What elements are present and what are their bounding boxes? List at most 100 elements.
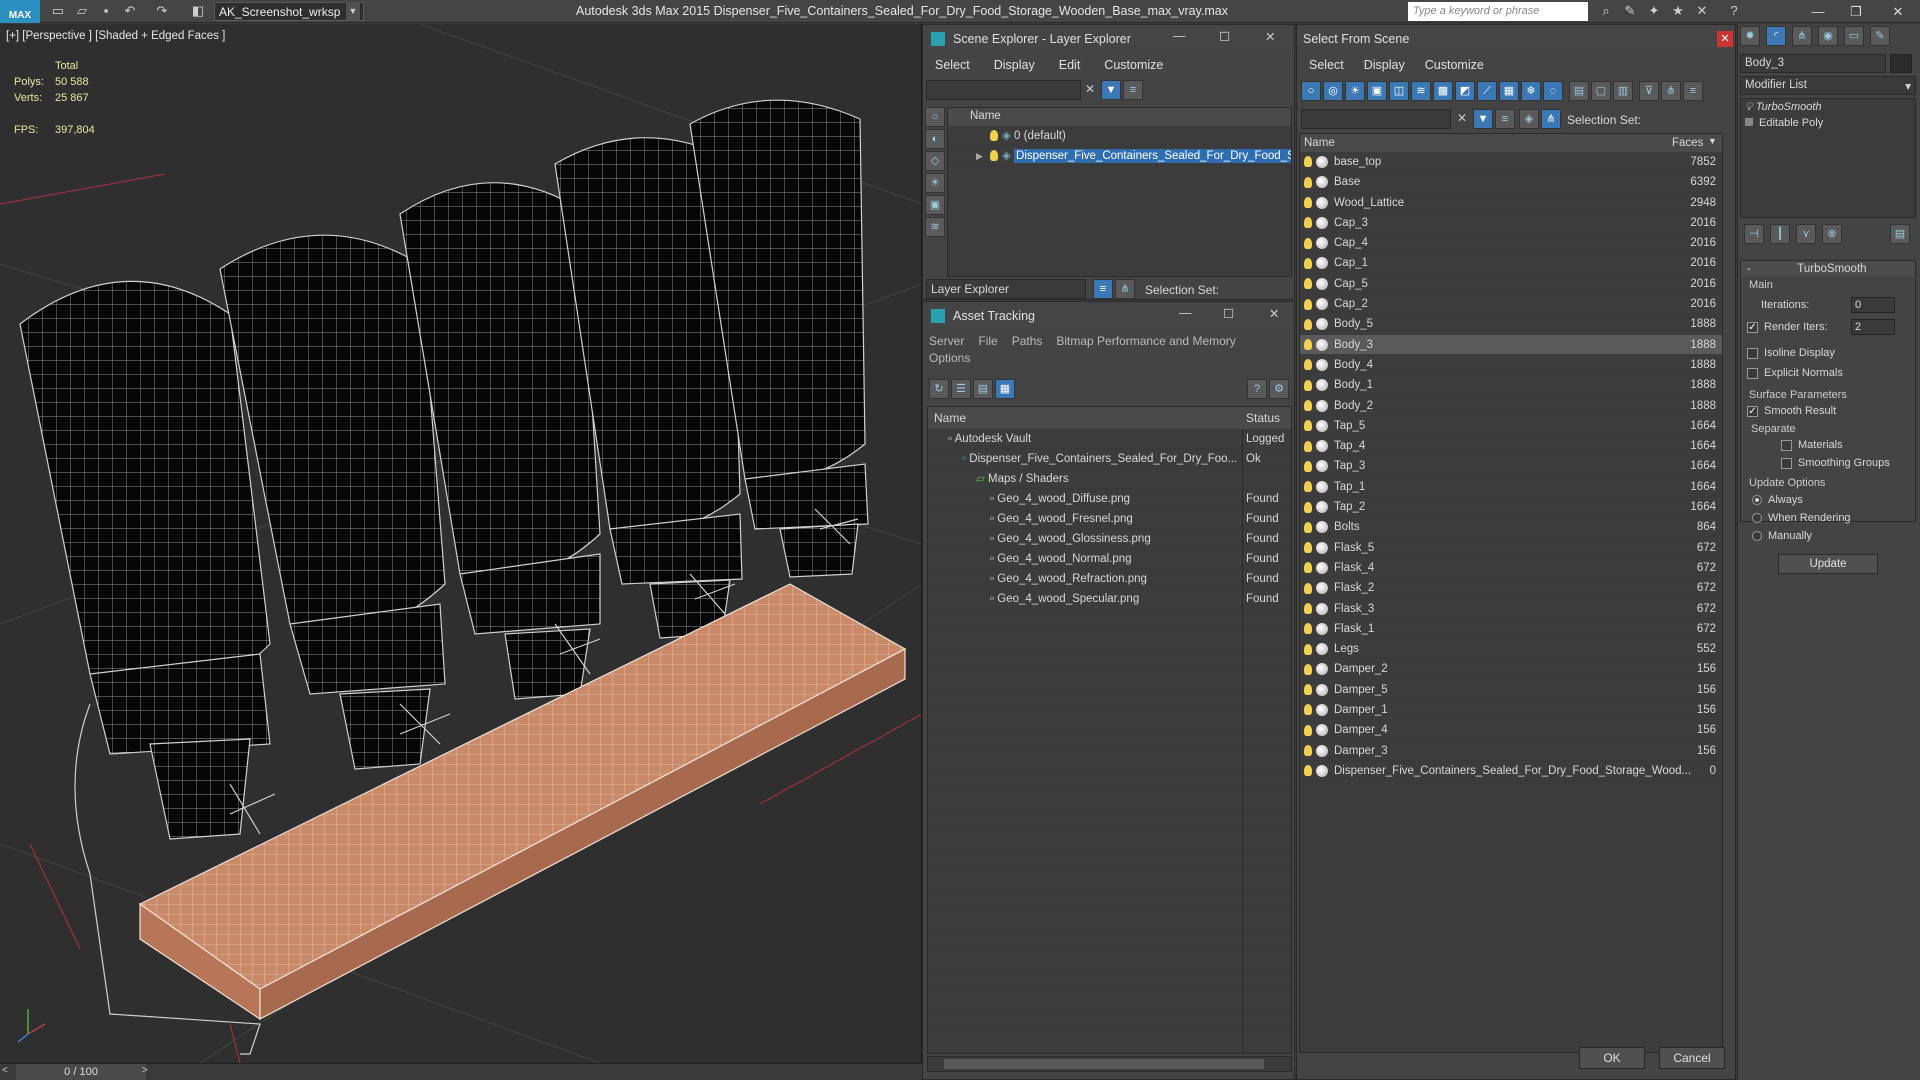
- object-row[interactable]: Body_1 1888: [1300, 375, 1722, 396]
- chevron-down-icon[interactable]: ▼: [346, 2, 360, 21]
- light-bulb-icon[interactable]: [1304, 278, 1312, 290]
- clear-search-icon[interactable]: ✕: [1457, 111, 1467, 125]
- smooth-result-checkbox[interactable]: ✓ Smooth Result: [1747, 405, 1836, 417]
- menu-select[interactable]: Select: [935, 58, 970, 72]
- modify-tab-icon[interactable]: ◜: [1766, 26, 1786, 46]
- filter-icon[interactable]: ▼: [1101, 80, 1121, 100]
- motion-tab-icon[interactable]: ◉: [1818, 26, 1838, 46]
- display-cameras-icon[interactable]: ▣: [925, 195, 945, 215]
- object-row[interactable]: base_top 7852: [1300, 152, 1722, 173]
- redo-icon[interactable]: ↷: [154, 3, 170, 19]
- minimize-icon[interactable]: —: [1800, 2, 1836, 21]
- stack-item-editable-poly[interactable]: Editable Poly: [1741, 116, 1915, 130]
- object-color-swatch[interactable]: [1890, 54, 1912, 73]
- light-bulb-icon[interactable]: [1304, 704, 1312, 716]
- object-row[interactable]: Cap_5 2016: [1300, 274, 1722, 295]
- light-bulb-icon[interactable]: [990, 150, 998, 162]
- hierarchy-icon[interactable]: ⋔: [1661, 81, 1681, 101]
- layer-mode-icon[interactable]: ≡: [1093, 279, 1113, 299]
- layers-icon[interactable]: ≡: [1495, 109, 1515, 129]
- object-row[interactable]: Body_3 1888: [1300, 334, 1722, 355]
- save-icon[interactable]: ▪: [98, 3, 114, 19]
- close-icon[interactable]: ✕: [1880, 2, 1916, 21]
- asset-row[interactable]: ▫ Geo_4_wood_Normal.png Found: [928, 549, 1291, 569]
- asset-row[interactable]: ▫ Geo_4_wood_Glossiness.png Found: [928, 529, 1291, 549]
- menu-customize[interactable]: Customize: [1425, 58, 1484, 72]
- light-bulb-icon[interactable]: [1304, 420, 1312, 432]
- iterations-spinner[interactable]: 0: [1851, 297, 1895, 313]
- subscription-icon[interactable]: ✦: [1646, 3, 1662, 19]
- update-when-rendering-radio[interactable]: When Rendering: [1752, 512, 1851, 524]
- light-bulb-icon[interactable]: [1304, 197, 1312, 209]
- close-icon[interactable]: ✕: [1269, 306, 1279, 321]
- help-icon[interactable]: ?: [1726, 3, 1742, 19]
- render-iters-spinner[interactable]: 2: [1851, 319, 1895, 335]
- app-logo[interactable]: MAX: [0, 0, 40, 23]
- hierarchy-tab-icon[interactable]: ⋔: [1792, 26, 1812, 46]
- lights-filter-icon[interactable]: ☀: [1345, 81, 1365, 101]
- object-row[interactable]: Flask_4 672: [1300, 558, 1722, 579]
- object-row[interactable]: Flask_1 672: [1300, 619, 1722, 640]
- menu-display[interactable]: Display: [994, 58, 1035, 72]
- list-view-icon[interactable]: ☰: [951, 379, 971, 399]
- materials-checkbox[interactable]: Materials: [1781, 439, 1843, 451]
- column-status[interactable]: Status: [1246, 411, 1280, 425]
- object-row[interactable]: Body_2 1888: [1300, 396, 1722, 416]
- menu-customize[interactable]: Customize: [1104, 58, 1163, 72]
- render-iters-checkbox[interactable]: ✓ Render Iters:: [1747, 321, 1828, 333]
- restore-icon[interactable]: ❐: [1838, 2, 1874, 21]
- light-bulb-icon[interactable]: [1304, 663, 1312, 675]
- explicit-normals-checkbox[interactable]: Explicit Normals: [1747, 367, 1843, 379]
- layer-explorer-titlebar[interactable]: Scene Explorer - Layer Explorer — ☐ ✕: [923, 25, 1294, 53]
- groups-filter-icon[interactable]: ▩: [1433, 81, 1453, 101]
- light-bulb-icon[interactable]: [1304, 745, 1312, 757]
- object-row[interactable]: Flask_3 672: [1300, 599, 1722, 619]
- light-bulb-icon[interactable]: [1304, 542, 1312, 554]
- maximize-icon[interactable]: ☐: [1223, 306, 1234, 321]
- rollout-title[interactable]: - TurboSmooth: [1741, 261, 1915, 277]
- undo-icon[interactable]: ↶: [122, 3, 138, 19]
- make-unique-icon[interactable]: ⋎: [1796, 224, 1816, 244]
- column-name[interactable]: Name: [1304, 137, 1335, 149]
- object-row[interactable]: Damper_1 156: [1300, 700, 1722, 721]
- sort-desc-icon[interactable]: ▼: [1708, 136, 1717, 146]
- light-bulb-icon[interactable]: [1304, 562, 1312, 574]
- invert-selection-icon[interactable]: ▥: [1613, 81, 1633, 101]
- containers-filter-icon[interactable]: ▦: [1499, 81, 1519, 101]
- asset-row[interactable]: ▫ Dispenser_Five_Containers_Sealed_For_D…: [928, 449, 1291, 469]
- refresh-icon[interactable]: ↻: [929, 379, 949, 399]
- help-icon[interactable]: ?: [1247, 379, 1267, 399]
- hierarchy-icon[interactable]: ⋔: [1115, 279, 1135, 299]
- object-row[interactable]: Tap_3 1664: [1300, 456, 1722, 477]
- object-row[interactable]: Flask_5 672: [1300, 538, 1722, 558]
- object-row[interactable]: Tap_4 1664: [1300, 436, 1722, 457]
- helpers-filter-icon[interactable]: ◫: [1389, 81, 1409, 101]
- light-bulb-icon[interactable]: [1304, 379, 1312, 391]
- show-end-result-icon[interactable]: ┃: [1770, 224, 1790, 244]
- display-geometry-icon[interactable]: ◐: [925, 129, 945, 149]
- menu-edit[interactable]: Edit: [1059, 58, 1081, 72]
- exchange-icon[interactable]: ✕: [1694, 3, 1710, 19]
- object-row[interactable]: Tap_5 1664: [1300, 416, 1722, 437]
- light-bulb-icon[interactable]: [1304, 521, 1312, 533]
- stack-item-turbosmooth[interactable]: 💡︎ TurboSmooth: [1741, 99, 1915, 116]
- cameras-filter-icon[interactable]: ▣: [1367, 81, 1387, 101]
- light-bulb-icon[interactable]: [1304, 501, 1312, 513]
- maximize-icon[interactable]: ☐: [1219, 29, 1230, 44]
- light-bulb-icon[interactable]: [1304, 400, 1312, 412]
- table-view-icon[interactable]: ▦: [995, 379, 1015, 399]
- thumbnail-icon[interactable]: ▤: [973, 379, 993, 399]
- object-row[interactable]: Cap_1 2016: [1300, 253, 1722, 274]
- hidden-filter-icon[interactable]: ◌: [1543, 81, 1563, 101]
- light-bulb-icon[interactable]: [1304, 440, 1312, 452]
- expand-icon[interactable]: ▶: [976, 146, 983, 165]
- object-row[interactable]: Body_5 1888: [1300, 314, 1722, 335]
- light-bulb-icon[interactable]: 💡︎: [1745, 101, 1753, 113]
- display-tab-icon[interactable]: ▭: [1844, 26, 1864, 46]
- spacewarps-filter-icon[interactable]: ≋: [1411, 81, 1431, 101]
- scroll-thumb[interactable]: [944, 1059, 1264, 1069]
- next-frame-icon[interactable]: >: [142, 1065, 154, 1079]
- ok-button[interactable]: OK: [1579, 1047, 1645, 1069]
- object-row[interactable]: Damper_4 156: [1300, 720, 1722, 741]
- object-row[interactable]: Damper_5 156: [1300, 680, 1722, 701]
